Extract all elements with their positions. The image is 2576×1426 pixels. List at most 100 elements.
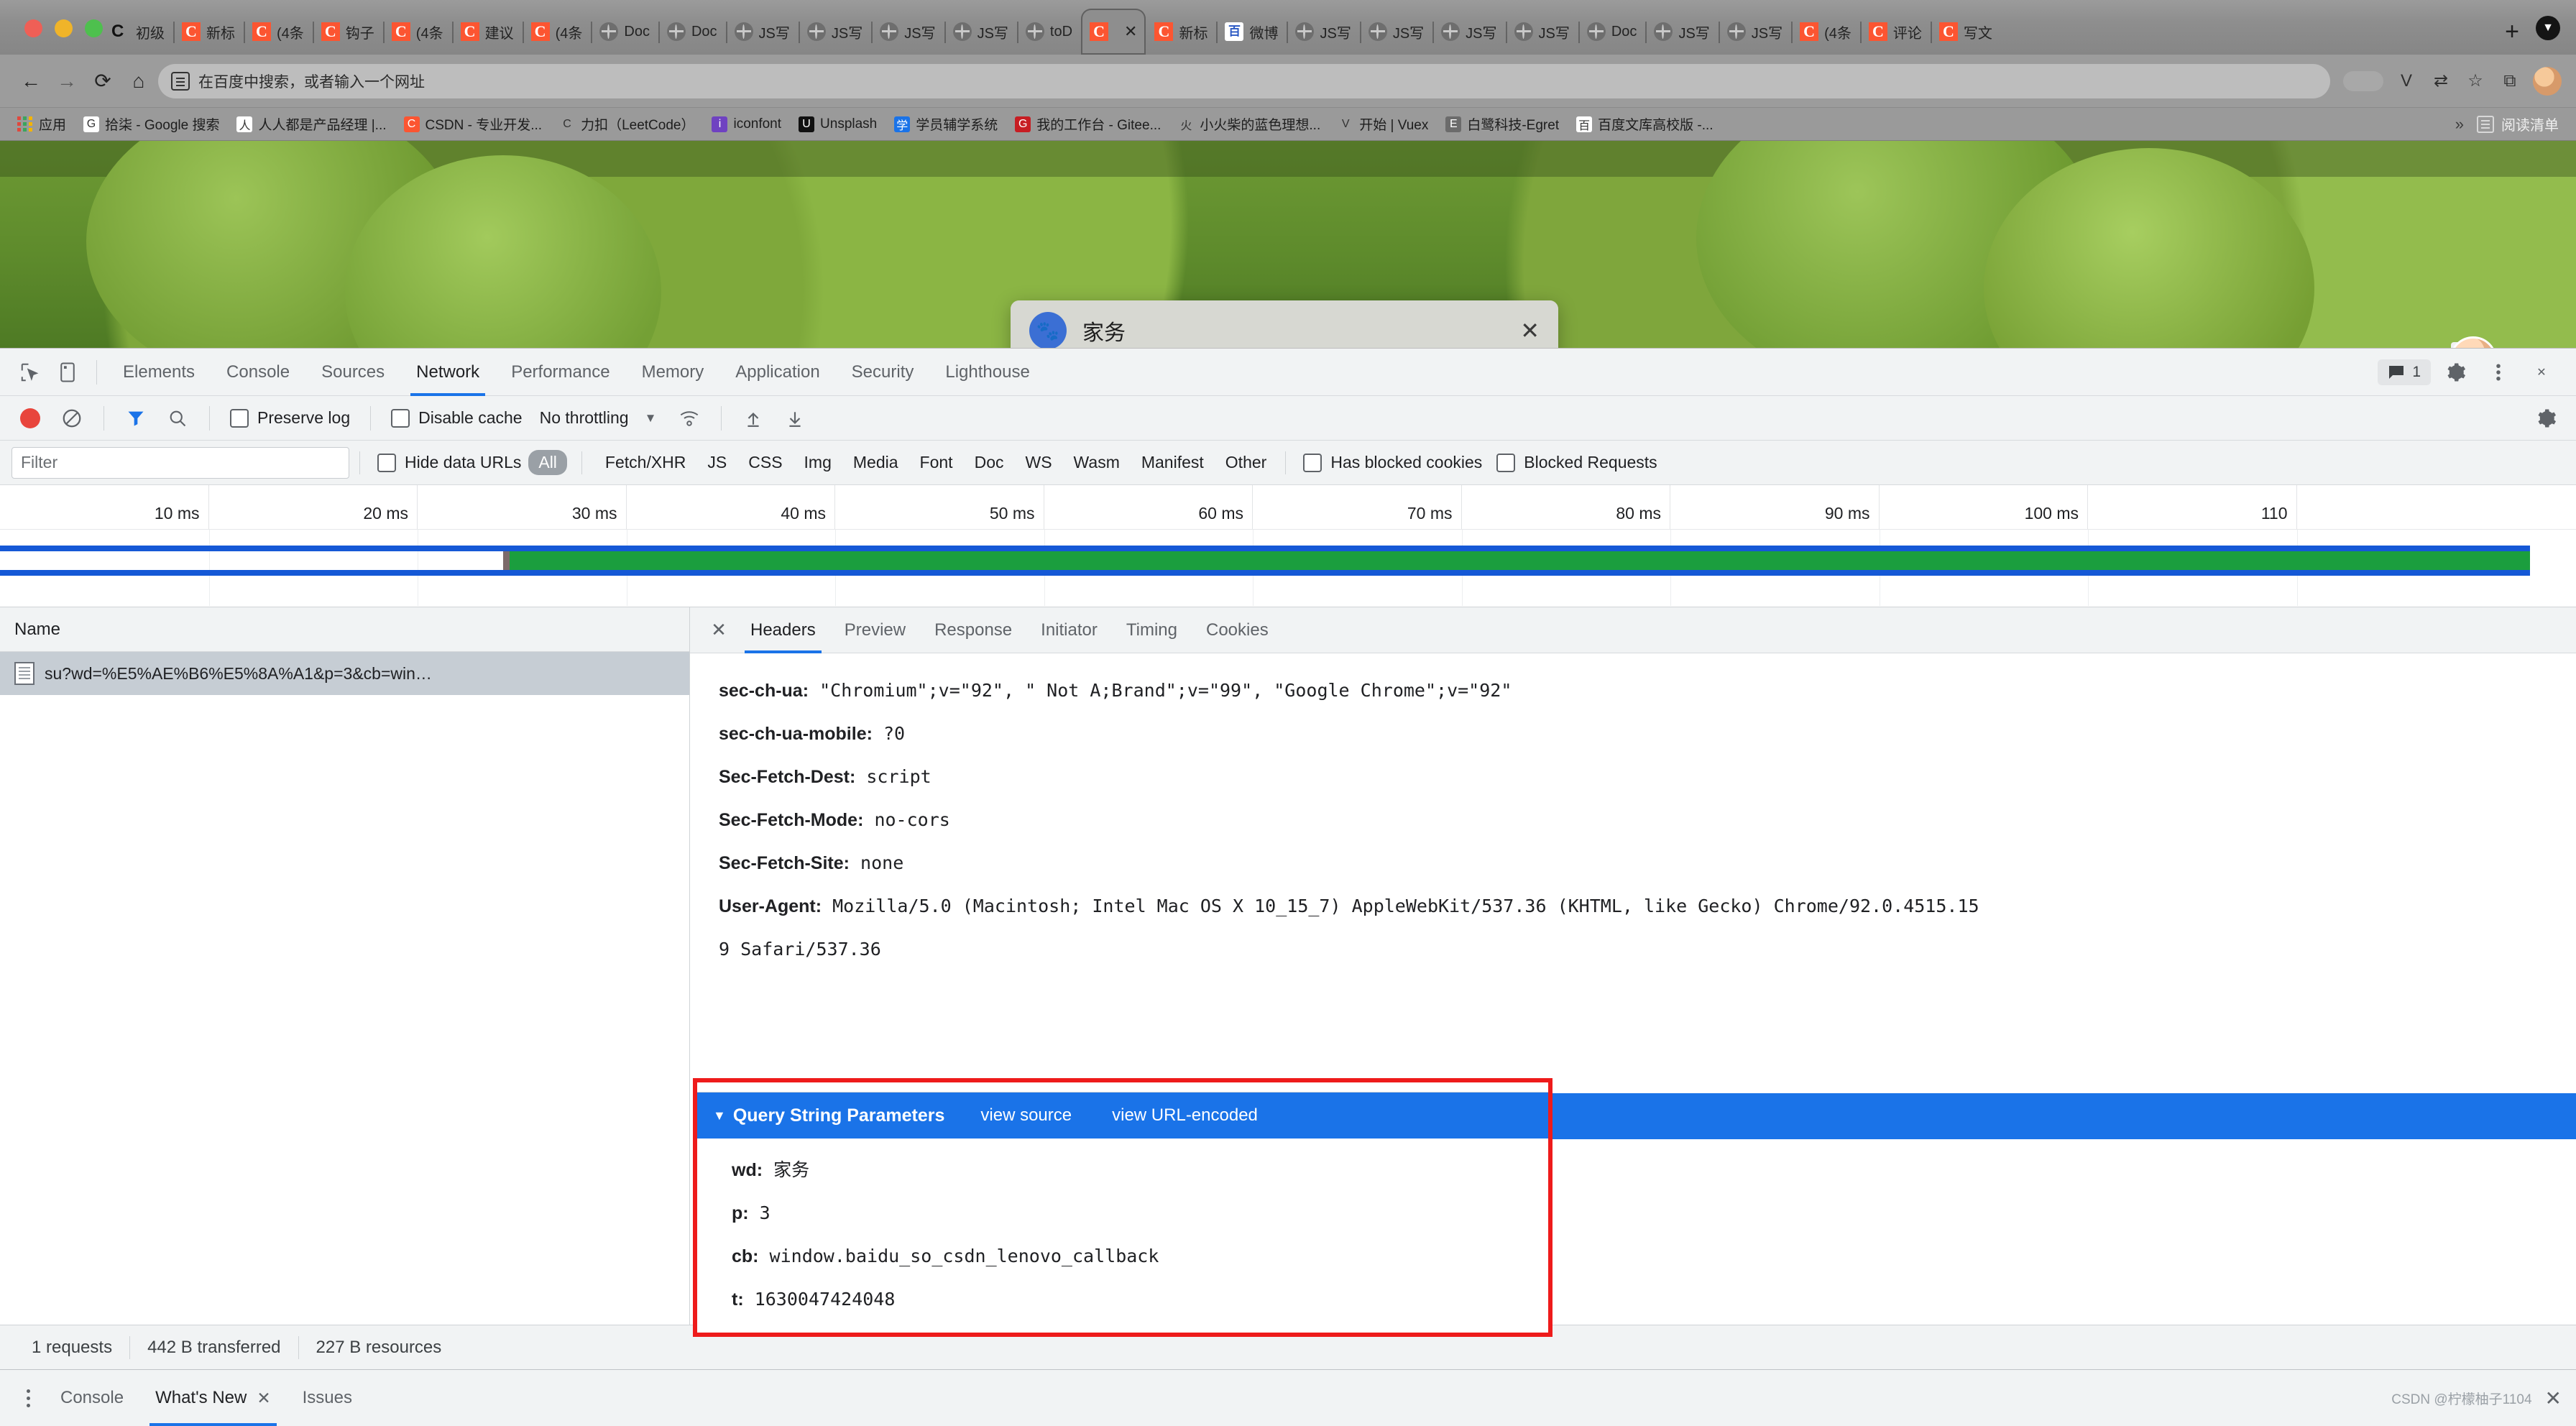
drawer-tab-what-s-new[interactable]: What's New✕ [139, 1370, 287, 1426]
devtools-tab-application[interactable]: Application [719, 349, 835, 396]
clear-search-icon[interactable]: ✕ [1520, 317, 1540, 344]
bookmark-item[interactable]: 火小火柴的蓝色理想... [1171, 113, 1328, 135]
detail-tab-preview[interactable]: Preview [830, 607, 920, 653]
resource-filter-img[interactable]: Img [796, 450, 840, 475]
resource-filter-ws[interactable]: WS [1016, 450, 1060, 475]
resource-filter-css[interactable]: CSS [740, 450, 791, 475]
extension-pill-icon[interactable] [2343, 71, 2383, 91]
import-har-icon[interactable] [735, 400, 772, 437]
inspect-cursor-icon[interactable] [12, 354, 49, 391]
detail-tab-initiator[interactable]: Initiator [1026, 607, 1112, 653]
network-conditions-icon[interactable] [671, 400, 708, 437]
browser-tab[interactable]: C(4条 [1791, 9, 1860, 55]
table-row[interactable]: su?wd=%E5%AE%B6%E5%8A%A1&p=3&cb=win… [0, 652, 689, 695]
export-har-icon[interactable] [776, 400, 814, 437]
resource-filter-fetch-xhr[interactable]: Fetch/XHR [597, 450, 694, 475]
minimize-window-button[interactable] [55, 19, 73, 37]
browser-tab[interactable]: C评论 [1860, 9, 1931, 55]
browser-tab[interactable]: JS写 [1360, 9, 1432, 55]
detail-tab-timing[interactable]: Timing [1112, 607, 1192, 653]
bookmark-item[interactable]: C力扣（LeetCode） [552, 113, 702, 135]
forward-arrow-icon[interactable]: → [50, 65, 83, 98]
address-bar[interactable]: 在百度中搜索，或者输入一个网址 [158, 64, 2330, 98]
clear-circle-icon[interactable] [53, 400, 91, 437]
browser-tab[interactable]: Doc [1578, 9, 1646, 55]
devtools-tab-elements[interactable]: Elements [107, 349, 211, 396]
browser-tab[interactable]: 百微博 [1216, 9, 1287, 55]
profile-avatar[interactable] [2533, 67, 2562, 96]
checkbox-box[interactable] [230, 409, 249, 428]
bookmark-item[interactable]: UUnsplash [791, 115, 884, 134]
drawer-tab-issues[interactable]: Issues [287, 1370, 368, 1426]
network-settings-gear-icon[interactable] [2527, 400, 2564, 437]
resource-filter-all[interactable]: All [528, 450, 567, 475]
resource-filter-wasm[interactable]: Wasm [1065, 450, 1128, 475]
detail-tab-headers[interactable]: Headers [736, 607, 830, 653]
browser-tab[interactable]: toD [1017, 9, 1081, 55]
page-user-avatar[interactable] [2450, 336, 2497, 348]
browser-tab[interactable]: JS写 [1287, 9, 1359, 55]
has-blocked-cookies-checkbox[interactable]: Has blocked cookies [1296, 453, 1489, 472]
resource-filter-font[interactable]: Font [911, 450, 962, 475]
chevron-down-icon[interactable]: ▼ [633, 411, 667, 426]
close-devtools-icon[interactable]: ✕ [2523, 354, 2560, 391]
checkbox-box[interactable] [377, 454, 396, 472]
browser-tab[interactable]: C(4条 [523, 9, 592, 55]
blocked-requests-checkbox[interactable]: Blocked Requests [1489, 453, 1664, 472]
home-icon[interactable]: ⌂ [122, 65, 155, 98]
checkbox-box[interactable] [1496, 454, 1515, 472]
bookmark-item[interactable]: CCSDN - 专业开发... [397, 113, 550, 135]
resource-filter-media[interactable]: Media [845, 450, 907, 475]
resource-filter-doc[interactable]: Doc [966, 450, 1013, 475]
v-extension-icon[interactable]: V [2395, 70, 2418, 93]
kebab-menu-icon[interactable] [12, 1381, 45, 1414]
filter-input[interactable]: Filter [12, 447, 349, 479]
drawer-tab-console[interactable]: Console [45, 1370, 139, 1426]
browser-tab[interactable]: JS写 [799, 9, 871, 55]
browser-tab[interactable]: C建议 [452, 9, 523, 55]
checkbox-box[interactable] [391, 409, 410, 428]
view-url-encoded-link[interactable]: view URL-encoded [1112, 1105, 1258, 1126]
query-string-header[interactable]: ▼ Query String Parameters view source vi… [697, 1092, 1548, 1138]
request-list-column-header[interactable]: Name [0, 607, 689, 652]
bookmark-item[interactable]: iiconfont [704, 115, 788, 134]
close-drawer-icon[interactable]: ✕ [2545, 1386, 2562, 1410]
new-tab-button[interactable]: + [2496, 9, 2529, 55]
browser-tab[interactable]: C钩子 [313, 9, 383, 55]
devtools-tab-performance[interactable]: Performance [495, 349, 625, 396]
bookmark-item[interactable]: 学学员辅学系统 [887, 113, 1005, 135]
close-tab-icon[interactable]: ✕ [1124, 22, 1137, 41]
checkbox-box[interactable] [1303, 454, 1322, 472]
browser-tab[interactable]: C新标 [173, 9, 244, 55]
browser-tab[interactable]: JS写 [1506, 9, 1578, 55]
browser-tab[interactable]: C(4条 [244, 9, 313, 55]
devtools-tab-security[interactable]: Security [836, 349, 930, 396]
record-stop-icon[interactable] [12, 400, 49, 437]
back-arrow-icon[interactable]: ← [14, 65, 47, 98]
extensions-puzzle-icon[interactable]: ⧉ [2498, 70, 2521, 93]
browser-tab[interactable]: JS写 [871, 9, 944, 55]
close-drawer-tab-icon[interactable]: ✕ [257, 1389, 270, 1408]
kebab-menu-icon[interactable] [2480, 354, 2517, 391]
browser-tab[interactable]: JS写 [1432, 9, 1505, 55]
bookmark-item[interactable]: G拾柒 - Google 搜索 [76, 113, 226, 135]
browser-tab[interactable]: C新标 [1146, 9, 1216, 55]
expand-toggle-icon[interactable]: ▼ [697, 1108, 733, 1123]
devtools-tab-console[interactable]: Console [211, 349, 305, 396]
devtools-tab-lighthouse[interactable]: Lighthouse [929, 349, 1045, 396]
browser-tab[interactable]: C✕ [1081, 9, 1146, 55]
close-detail-icon[interactable]: ✕ [702, 613, 736, 648]
resource-filter-other[interactable]: Other [1217, 450, 1276, 475]
preserve-log-checkbox[interactable]: Preserve log [223, 408, 357, 428]
close-window-button[interactable] [24, 19, 42, 37]
tab-search-chevron-down-icon[interactable]: ▼ [2536, 16, 2560, 40]
bookmark-item[interactable]: E白鹭科技-Egret [1438, 113, 1566, 135]
bookmark-item[interactable]: V开始 | Vuex [1330, 113, 1435, 135]
disable-cache-checkbox[interactable]: Disable cache [384, 408, 529, 428]
browser-tab[interactable]: C(4条 [383, 9, 452, 55]
zoom-window-button[interactable] [85, 19, 103, 37]
browser-tab[interactable]: Doc [658, 9, 726, 55]
bookmarks-overflow-icon[interactable]: » [2455, 115, 2464, 134]
search-input-row[interactable]: 🐾 家务 ✕ [1011, 300, 1558, 348]
detail-tab-cookies[interactable]: Cookies [1192, 607, 1283, 653]
